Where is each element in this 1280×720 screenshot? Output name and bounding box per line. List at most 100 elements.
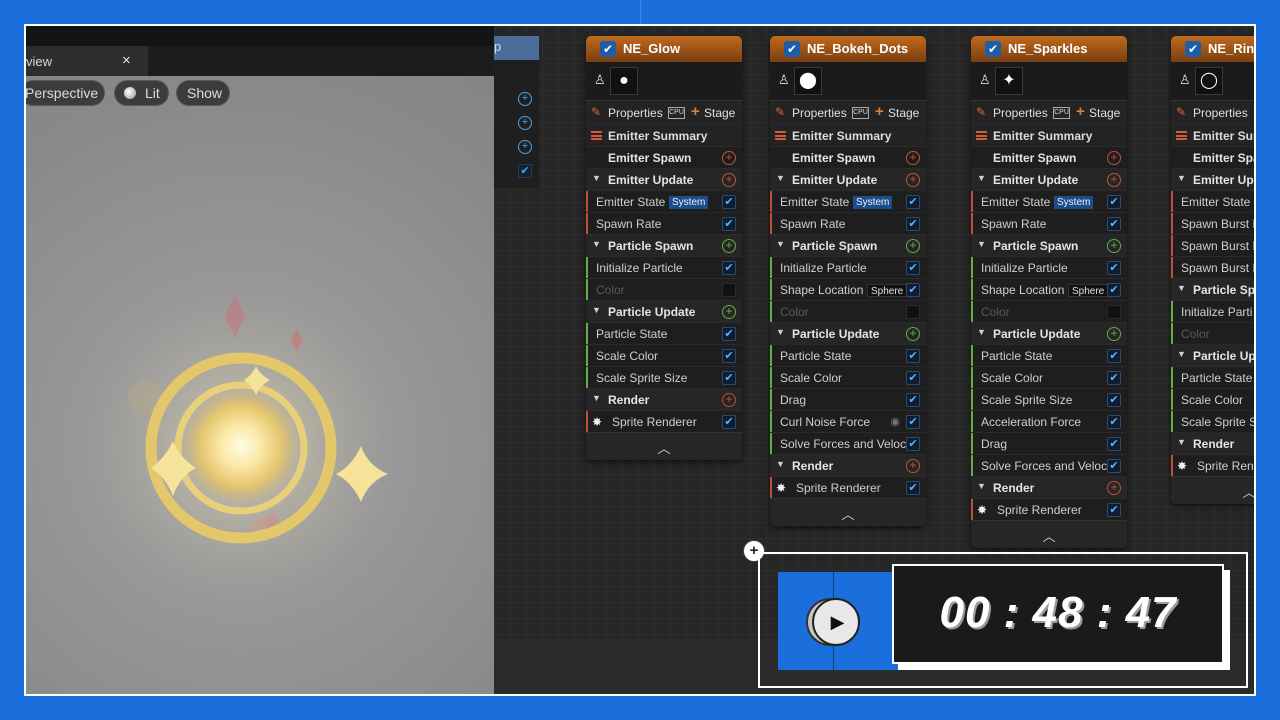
emitter-node[interactable]: ✔ NE_Glow ♙ ● ✎ Properties CPU + Stage Emitter Su… <box>586 36 742 460</box>
module-row[interactable]: ▼ Render + <box>971 476 1127 498</box>
module-row[interactable]: ▼ Particle Update + <box>586 300 742 322</box>
module-row[interactable]: Spawn Rate ✔ <box>770 212 926 235</box>
module-enable-checkbox[interactable]: ✔ <box>1107 459 1121 473</box>
module-row[interactable]: Initialize Particle ✔ <box>770 256 926 279</box>
collapse-arrow-icon[interactable]: ▼ <box>1177 349 1186 359</box>
module-row[interactable]: Scale Color ✔ <box>971 366 1127 389</box>
module-row[interactable]: ▼ Emitter Update + <box>971 168 1127 190</box>
collapse-arrow-icon[interactable]: ▼ <box>1177 437 1186 447</box>
module-row[interactable]: Emitter Spawn + <box>586 146 742 168</box>
tab-preview[interactable]: view × <box>26 46 148 76</box>
module-row[interactable]: Scale Sprite S <box>1171 410 1254 433</box>
add-stage-icon[interactable]: + <box>1076 103 1085 120</box>
module-enable-checkbox[interactable]: ✔ <box>1107 371 1121 385</box>
node-title-bar[interactable]: ✔ NE_Ring <box>1171 36 1254 62</box>
module-enable-checkbox[interactable]: ✔ <box>722 371 736 385</box>
add-module-icon[interactable]: + <box>722 173 736 187</box>
close-icon[interactable]: × <box>122 52 131 69</box>
module-row[interactable]: ▼ Emitter Upd <box>1171 168 1254 190</box>
module-row[interactable]: ▼ Particle Spawn + <box>770 234 926 256</box>
collapse-arrow-icon[interactable]: ▼ <box>977 481 986 491</box>
collapse-arrow-icon[interactable]: ▼ <box>977 327 986 337</box>
add-module-icon[interactable]: + <box>906 151 920 165</box>
emitter-enabled-checkbox[interactable]: ✔ <box>600 41 616 57</box>
add-module-icon[interactable]: + <box>722 151 736 165</box>
module-enable-checkbox[interactable]: ✔ <box>722 349 736 363</box>
add-module-icon[interactable]: + <box>906 239 920 253</box>
module-row[interactable]: Emitter State System ✔ <box>586 190 742 213</box>
system-node-partial[interactable]: p + + + ✔ <box>494 36 539 188</box>
module-enable-checkbox[interactable]: ✔ <box>722 415 736 429</box>
emitter-node[interactable]: ✔ NE_Sparkles ♙ ✦ ✎ Properties CPU + Stage Emitte… <box>971 36 1127 548</box>
collapse-up-icon[interactable]: ︿ <box>586 438 742 457</box>
add-module-icon[interactable]: + <box>1107 481 1121 495</box>
module-row[interactable]: ▼ Particle Update + <box>971 322 1127 344</box>
play-icon[interactable]: ▶ <box>812 598 860 646</box>
collapse-arrow-icon[interactable]: ▼ <box>592 239 601 249</box>
module-row[interactable]: ▼ Particle Spawn + <box>971 234 1127 256</box>
perspective-button[interactable]: Perspective <box>26 80 105 106</box>
module-row[interactable]: Particle State ✔ <box>586 322 742 345</box>
module-enable-checkbox[interactable]: ✔ <box>1107 437 1121 451</box>
module-enable-checkbox[interactable]: ✔ <box>1107 349 1121 363</box>
properties-row[interactable]: ✎ Properties CPU + Stage <box>971 100 1127 124</box>
module-row[interactable]: Scale Sprite Size ✔ <box>971 388 1127 411</box>
module-enable-checkbox[interactable]: ✔ <box>906 437 920 451</box>
module-row[interactable]: Color <box>1171 322 1254 345</box>
module-row[interactable]: Curl Noise Force ◉ ✔ <box>770 410 926 433</box>
person-icon[interactable]: ♙ <box>1179 72 1191 88</box>
module-row[interactable]: Acceleration Force ✔ <box>971 410 1127 433</box>
lit-button[interactable]: Lit <box>114 80 169 106</box>
emitter-enabled-checkbox[interactable]: ✔ <box>985 41 1001 57</box>
module-row[interactable]: Color <box>770 300 926 323</box>
add-module-icon[interactable]: + <box>1107 327 1121 341</box>
add-module-icon[interactable]: + <box>722 239 736 253</box>
module-row[interactable]: Drag ✔ <box>971 432 1127 455</box>
module-enable-checkbox[interactable]: ✔ <box>1107 393 1121 407</box>
module-row[interactable]: ✸ Sprite Ren <box>1171 454 1254 477</box>
add-module-icon[interactable]: + <box>906 459 920 473</box>
show-button[interactable]: Show <box>176 80 230 106</box>
module-row[interactable]: Drag ✔ <box>770 388 926 411</box>
module-row[interactable]: ▼ Render + <box>770 454 926 476</box>
person-icon[interactable]: ♙ <box>594 72 606 88</box>
module-row[interactable]: Spawn Rate ✔ <box>971 212 1127 235</box>
module-row[interactable]: Solve Forces and Velocity ✔ <box>770 432 926 455</box>
node-title-bar[interactable]: ✔ NE_Glow <box>586 36 742 62</box>
collapse-arrow-icon[interactable]: ▼ <box>1177 283 1186 293</box>
add-stage-icon[interactable]: + <box>691 103 700 120</box>
emitter-node[interactable]: ✔ NE_Bokeh_Dots ♙ ⬤ ✎ Properties CPU + Stage Emit… <box>770 36 926 526</box>
properties-row[interactable]: ✎ Properties CPU + Stage <box>770 100 926 124</box>
module-row[interactable]: Emitter State <box>1171 190 1254 213</box>
person-icon[interactable]: ♙ <box>979 72 991 88</box>
module-row[interactable]: Emitter State System ✔ <box>770 190 926 213</box>
module-row[interactable]: ▼ Emitter Update + <box>770 168 926 190</box>
collapse-arrow-icon[interactable]: ▼ <box>776 459 785 469</box>
module-row[interactable]: ▼ Particle Spa <box>1171 278 1254 300</box>
module-row[interactable]: Color <box>586 278 742 301</box>
module-enable-checkbox[interactable]: ✔ <box>906 195 920 209</box>
module-row[interactable]: Emitter Summary <box>770 124 926 146</box>
module-row[interactable]: Emitter Spawn + <box>971 146 1127 168</box>
module-row[interactable]: Spawn Burst I <box>1171 256 1254 279</box>
collapse-arrow-icon[interactable]: ▼ <box>592 173 601 183</box>
node-title-bar[interactable]: ✔ NE_Bokeh_Dots <box>770 36 926 62</box>
module-row[interactable]: Spawn Rate ✔ <box>586 212 742 235</box>
node-collapse-footer[interactable]: ︿ <box>770 498 926 526</box>
add-module-icon[interactable]: + <box>906 327 920 341</box>
module-enable-checkbox[interactable]: ✔ <box>722 195 736 209</box>
module-enable-checkbox[interactable]: ✔ <box>906 393 920 407</box>
module-enable-checkbox[interactable]: ✔ <box>906 371 920 385</box>
properties-row[interactable]: ✎ Properties CPU + Stage <box>586 100 742 124</box>
add-module-icon[interactable]: + <box>1107 151 1121 165</box>
module-enable-checkbox[interactable]: ✔ <box>1107 415 1121 429</box>
module-row[interactable]: ▼ Particle Update + <box>770 322 926 344</box>
enable-checkbox[interactable]: ✔ <box>518 164 532 178</box>
module-enable-checkbox[interactable]: ✔ <box>722 217 736 231</box>
module-enable-checkbox[interactable]: ✔ <box>906 349 920 363</box>
eye-icon[interactable]: ◉ <box>890 415 900 428</box>
collapse-arrow-icon[interactable]: ▼ <box>977 239 986 249</box>
module-row[interactable]: Initialize Particle ✔ <box>586 256 742 279</box>
module-row[interactable]: Particle State ✔ <box>971 344 1127 367</box>
module-row[interactable]: Spawn Burst I <box>1171 212 1254 235</box>
